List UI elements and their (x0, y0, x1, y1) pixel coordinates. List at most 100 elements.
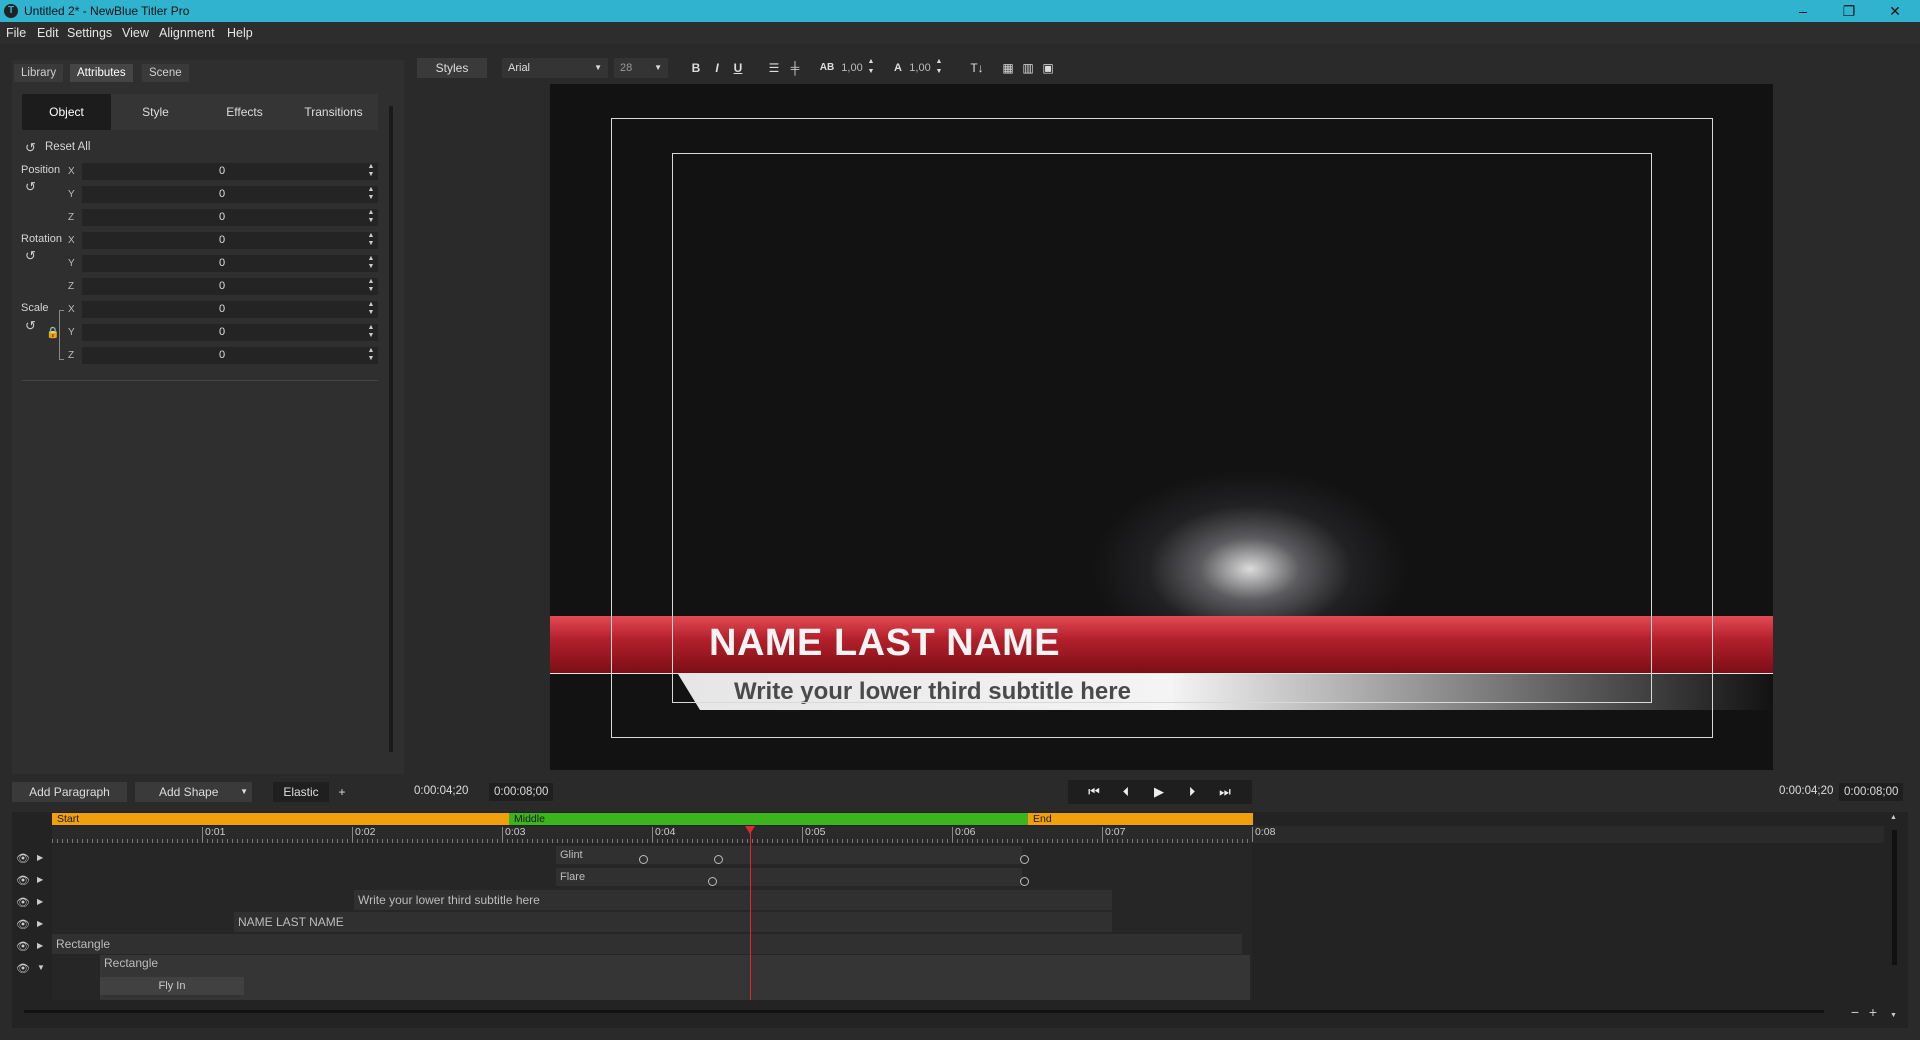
track-rectangle-group[interactable]: Rectangle (104, 956, 158, 970)
rotation-z-field[interactable]: 0 ▲ ▼ (82, 278, 378, 295)
menu-help[interactable]: Help (227, 26, 253, 40)
expand-arrow-icon[interactable]: ▶ (37, 919, 47, 928)
reset-all-button[interactable]: Reset All (45, 141, 90, 153)
eye-icon[interactable]: 👁 (16, 852, 30, 865)
menu-view[interactable]: View (122, 26, 149, 40)
lock-icon[interactable]: 🔒 (46, 326, 60, 339)
subtab-style[interactable]: Style (111, 94, 200, 130)
track-name[interactable]: NAME LAST NAME (234, 912, 1112, 932)
zoom-in-button[interactable]: + (1866, 1005, 1880, 1019)
close-button[interactable]: ✕ (1872, 0, 1918, 22)
grid-icon[interactable]: ▦ (1000, 58, 1016, 78)
styles-button[interactable]: Styles (417, 58, 487, 78)
italic-button[interactable]: I (709, 58, 725, 78)
position-x-field[interactable]: 0 ▲ ▼ (82, 163, 378, 180)
keyframe-marker[interactable] (639, 855, 648, 864)
scale-x-field[interactable]: 0 ▲ ▼ (82, 301, 378, 318)
add-paragraph-button[interactable]: Add Paragraph (12, 782, 127, 802)
track-flare[interactable]: Flare (556, 868, 1022, 886)
step-forward-button[interactable]: ⏵ (1176, 781, 1208, 803)
chevron-down-icon: ▼ (654, 63, 662, 72)
play-button[interactable]: ▶ (1143, 781, 1175, 803)
track-subtitle[interactable]: Write your lower third subtitle here (354, 890, 1112, 910)
reset-position-icon[interactable]: ↺ (25, 179, 36, 195)
rotation-x-field[interactable]: 0 ▲ ▼ (82, 232, 378, 249)
scale-z-field[interactable]: 0 ▲ ▼ (82, 347, 378, 364)
scale-y-field[interactable]: 0 ▲ ▼ (82, 324, 378, 341)
playhead-line[interactable] (750, 827, 751, 1000)
menu-edit[interactable]: Edit (37, 26, 59, 40)
spinner-icon[interactable]: ▲ ▼ (866, 57, 876, 77)
elastic-button[interactable]: Elastic (273, 782, 329, 802)
align-left-icon[interactable]: ☰ (765, 58, 783, 78)
add-marker-button[interactable]: + (334, 782, 350, 802)
spinner-icon[interactable]: ▲ ▼ (934, 57, 944, 77)
text-options-icon[interactable]: T↓ (968, 58, 986, 78)
subtab-effects[interactable]: Effects (200, 94, 289, 130)
expand-arrow-icon[interactable]: ▶ (37, 941, 47, 950)
zoom-out-button[interactable]: − (1848, 1005, 1862, 1019)
add-shape-button[interactable]: Add Shape ▼ (135, 782, 252, 802)
eye-icon[interactable]: 👁 (16, 918, 30, 931)
reset-rotation-icon[interactable]: ↺ (25, 248, 36, 264)
scale-link-bracket (59, 310, 64, 360)
subtab-transitions[interactable]: Transitions (289, 94, 378, 130)
menu-alignment[interactable]: Alignment (159, 26, 215, 40)
scroll-up-icon[interactable]: ▲ (1890, 814, 1897, 821)
vertical-align-icon[interactable]: ╪ (786, 58, 804, 78)
timeline-v-scrollbar[interactable] (1892, 830, 1897, 965)
minimize-button[interactable]: – (1780, 0, 1826, 22)
duration-input[interactable]: 0:00:08;00 (489, 783, 554, 801)
eye-icon[interactable]: 👁 (16, 874, 30, 887)
ruler-icon[interactable]: ▥ (1020, 58, 1036, 78)
eye-icon[interactable]: 👁 (16, 962, 30, 975)
menu-settings[interactable]: Settings (67, 26, 112, 40)
eye-icon[interactable]: 👁 (16, 896, 30, 909)
spinner-icon: ▲ ▼ (367, 278, 375, 293)
duration-right-input[interactable]: 0:00:08;00 (1839, 783, 1904, 801)
ruler-major-tick (802, 827, 803, 842)
fly-in-transition[interactable]: Fly In (100, 977, 244, 995)
segment-end[interactable]: End (1028, 813, 1253, 825)
tab-library[interactable]: Library (14, 64, 64, 82)
tab-attributes[interactable]: Attributes (70, 64, 133, 82)
keyframe-marker[interactable] (1020, 855, 1029, 864)
keyframe-marker[interactable] (1020, 877, 1029, 886)
panel-scrollbar[interactable] (389, 106, 393, 752)
go-to-start-button[interactable]: ⏮ (1078, 781, 1110, 803)
tab-scene[interactable]: Scene (142, 64, 189, 82)
spinner-icon: ▲ ▼ (367, 255, 375, 270)
eye-icon[interactable]: 👁 (16, 940, 30, 953)
font-dropdown[interactable]: Arial ▼ (502, 58, 608, 78)
track-glint[interactable]: Glint (556, 846, 1022, 864)
bold-button[interactable]: B (688, 58, 704, 78)
restore-button[interactable]: ❐ (1826, 0, 1872, 22)
step-back-button[interactable]: ⏴ (1110, 781, 1142, 803)
position-z-field[interactable]: 0 ▲ ▼ (82, 209, 378, 226)
collapse-arrow-icon[interactable]: ▼ (37, 963, 47, 972)
kerning-input[interactable]: 1,00 (838, 58, 866, 78)
underline-button[interactable]: U (730, 58, 746, 78)
track-rectangle[interactable]: Rectangle (52, 934, 1242, 954)
subtab-object[interactable]: Object (22, 94, 111, 130)
segment-middle[interactable]: Middle (509, 813, 1028, 825)
keyframe-marker[interactable] (714, 855, 723, 864)
playhead-handle-icon[interactable] (745, 826, 755, 834)
timeline-h-scrollbar[interactable] (24, 1010, 1824, 1013)
expand-arrow-icon[interactable]: ▶ (37, 897, 47, 906)
font-size-dropdown[interactable]: 28 ▼ (614, 58, 668, 78)
expand-arrow-icon[interactable]: ▶ (37, 853, 47, 862)
menu-file[interactable]: File (6, 26, 26, 40)
reset-scale-icon[interactable]: ↺ (25, 318, 36, 334)
scroll-down-icon[interactable]: ▼ (1890, 1012, 1897, 1019)
expand-arrow-icon[interactable]: ▶ (37, 875, 47, 884)
safe-area-icon[interactable]: ▣ (1040, 58, 1056, 78)
preview-canvas[interactable]: NAME LAST NAME Write your lower third su… (550, 84, 1773, 770)
position-y-field[interactable]: 0 ▲ ▼ (82, 186, 378, 203)
go-to-end-button[interactable]: ⏭ (1209, 781, 1241, 803)
leading-input[interactable]: 1,00 (906, 58, 934, 78)
reset-all-icon[interactable]: ↺ (25, 140, 36, 156)
segment-start[interactable]: Start (52, 813, 509, 825)
rotation-y-field[interactable]: 0 ▲ ▼ (82, 255, 378, 272)
keyframe-marker[interactable] (708, 877, 717, 886)
